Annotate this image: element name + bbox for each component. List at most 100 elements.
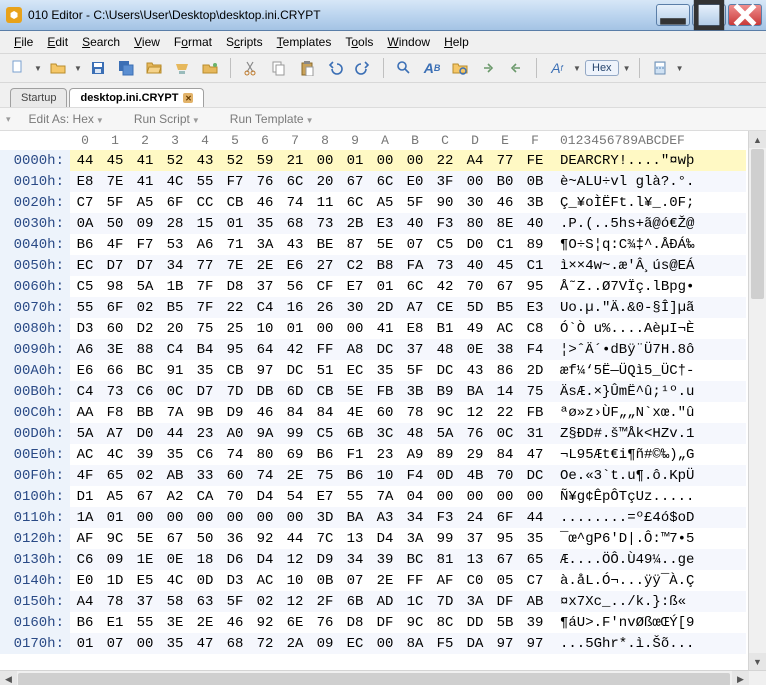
hex-byte[interactable]: 67 — [340, 171, 370, 192]
hex-byte[interactable]: C7 — [520, 570, 550, 591]
hex-byte[interactable]: 40 — [460, 255, 490, 276]
ascii-cell[interactable]: Oe.«3`t.u¶.ô.KpÜ — [550, 465, 746, 486]
hex-byte[interactable]: B0 — [490, 171, 520, 192]
ascii-cell[interactable]: ÄsÆ.×}ÛmË^û;¹º.u — [550, 381, 746, 402]
hex-byte[interactable]: 35 — [160, 633, 190, 654]
hex-byte[interactable]: 60 — [100, 318, 130, 339]
hex-byte[interactable]: 5E — [370, 234, 400, 255]
hex-byte[interactable]: 10 — [370, 465, 400, 486]
hex-byte[interactable]: 00 — [460, 486, 490, 507]
menu-window[interactable]: Window — [381, 33, 436, 51]
hex-byte[interactable]: DC — [370, 339, 400, 360]
hex-byte[interactable]: 00 — [250, 507, 280, 528]
hex-byte[interactable]: 99 — [430, 528, 460, 549]
hex-byte[interactable]: D3 — [220, 570, 250, 591]
hex-byte[interactable]: 67 — [130, 486, 160, 507]
hex-byte[interactable]: 6D — [280, 381, 310, 402]
hex-byte[interactable]: 00 — [460, 171, 490, 192]
hex-row[interactable]: 0120h:AF9C5E67503692447C13D43A99379535¯œ… — [0, 528, 746, 549]
hex-byte[interactable]: 9C — [400, 612, 430, 633]
hex-byte[interactable]: 90 — [430, 192, 460, 213]
tab-startup[interactable]: Startup — [10, 88, 67, 107]
hex-byte[interactable]: 45 — [490, 255, 520, 276]
menu-file[interactable]: File — [8, 33, 39, 51]
hex-row[interactable]: 0000h:44454152435259210001000022A477FEDE… — [0, 150, 746, 171]
hex-byte[interactable]: 09 — [100, 549, 130, 570]
ascii-cell[interactable]: .P.(..5hs+ã@ó€Ž@ — [550, 213, 746, 234]
hex-byte[interactable]: BC — [400, 549, 430, 570]
hex-byte[interactable]: A0 — [220, 423, 250, 444]
hex-byte[interactable]: 8A — [400, 633, 430, 654]
hex-byte[interactable]: 5E — [340, 381, 370, 402]
hex-byte[interactable]: 71 — [220, 234, 250, 255]
hex-byte[interactable]: 6F — [160, 192, 190, 213]
hex-byte[interactable]: 00 — [490, 486, 520, 507]
hex-byte[interactable]: 00 — [280, 507, 310, 528]
hex-byte[interactable]: D0 — [460, 234, 490, 255]
hex-row[interactable]: 0110h:1A010000000000003DBAA334F3246F44..… — [0, 507, 746, 528]
hex-byte[interactable]: 07 — [400, 234, 430, 255]
hex-byte[interactable]: FF — [400, 570, 430, 591]
hex-byte[interactable]: A6 — [190, 234, 220, 255]
hex-row[interactable]: 0040h:B64FF753A6713A43BE875E07C5D0C189¶O… — [0, 234, 746, 255]
hex-byte[interactable]: 00 — [370, 150, 400, 171]
menu-format[interactable]: Format — [168, 33, 218, 51]
hex-byte[interactable]: 36 — [220, 528, 250, 549]
hex-row[interactable]: 0070h:556F02B57F22C41626302DA7CE5DB5E3Uo… — [0, 297, 746, 318]
cut-button[interactable] — [239, 56, 263, 80]
ascii-cell[interactable]: Ñ¥g¢ÊpÔTçUz..... — [550, 486, 746, 507]
hex-row[interactable]: 0170h:010700354768722A09EC008AF5DA9797..… — [0, 633, 746, 654]
ascii-cell[interactable]: ........=º£4ó$oD — [550, 507, 746, 528]
hex-byte[interactable]: D4 — [250, 486, 280, 507]
hex-byte[interactable]: 1D — [100, 570, 130, 591]
hex-row[interactable]: 00B0h:C473C60CD77DDB6DCB5EFB3BB9BA1475Äs… — [0, 381, 746, 402]
open-file-button[interactable] — [46, 56, 70, 80]
hex-byte[interactable]: 4E — [340, 402, 370, 423]
hex-byte[interactable]: BC — [130, 360, 160, 381]
hex-byte[interactable]: 53 — [160, 234, 190, 255]
hex-byte[interactable]: 5F — [400, 360, 430, 381]
open-folder-button[interactable] — [142, 56, 166, 80]
hex-byte[interactable]: AF — [430, 570, 460, 591]
hex-byte[interactable]: 1C — [400, 591, 430, 612]
hex-byte[interactable]: C5 — [70, 276, 100, 297]
hex-byte[interactable]: DF — [490, 591, 520, 612]
hex-byte[interactable]: 01 — [70, 633, 100, 654]
hex-byte[interactable]: 65 — [520, 549, 550, 570]
hex-byte[interactable]: C0 — [460, 570, 490, 591]
hex-byte[interactable]: 2E — [280, 465, 310, 486]
hex-byte[interactable]: 42 — [430, 276, 460, 297]
hex-byte[interactable]: 44 — [280, 528, 310, 549]
hex-byte[interactable]: 70 — [460, 276, 490, 297]
hex-byte[interactable]: 15 — [190, 213, 220, 234]
hex-byte[interactable]: DC — [430, 360, 460, 381]
hex-byte[interactable]: 80 — [250, 444, 280, 465]
hex-byte[interactable]: DD — [460, 612, 490, 633]
hex-byte[interactable]: 34 — [340, 549, 370, 570]
hex-byte[interactable]: 3A — [250, 234, 280, 255]
hex-byte[interactable]: 4F — [70, 465, 100, 486]
hex-byte[interactable]: 23 — [190, 423, 220, 444]
tab-close-icon[interactable]: ✕ — [183, 93, 193, 103]
hex-byte[interactable]: 76 — [460, 423, 490, 444]
menu-help[interactable]: Help — [438, 33, 475, 51]
hex-byte[interactable]: 46 — [490, 192, 520, 213]
hex-row[interactable]: 0080h:D360D22075251001000041E8B149ACC8Ó`… — [0, 318, 746, 339]
hex-byte[interactable]: 00 — [400, 150, 430, 171]
undo-button[interactable] — [323, 56, 347, 80]
horizontal-scrollbar[interactable]: ◀ ▶ — [0, 670, 766, 685]
hex-byte[interactable]: C2 — [340, 255, 370, 276]
ascii-cell[interactable]: à.åL.Ó¬...ÿÿ¯À.Ç — [550, 570, 746, 591]
hex-byte[interactable]: 9C — [430, 402, 460, 423]
hex-byte[interactable]: A7 — [400, 297, 430, 318]
hex-byte[interactable]: 67 — [160, 528, 190, 549]
hex-byte[interactable]: 35 — [370, 360, 400, 381]
find-next-button[interactable] — [476, 56, 500, 80]
hex-byte[interactable]: 0A — [70, 213, 100, 234]
hex-byte[interactable]: 37 — [130, 591, 160, 612]
hex-byte[interactable]: D8 — [220, 276, 250, 297]
hex-byte[interactable]: 2E — [190, 612, 220, 633]
hex-byte[interactable]: EC — [340, 633, 370, 654]
hex-byte[interactable]: CC — [190, 192, 220, 213]
hex-byte[interactable]: 47 — [190, 633, 220, 654]
